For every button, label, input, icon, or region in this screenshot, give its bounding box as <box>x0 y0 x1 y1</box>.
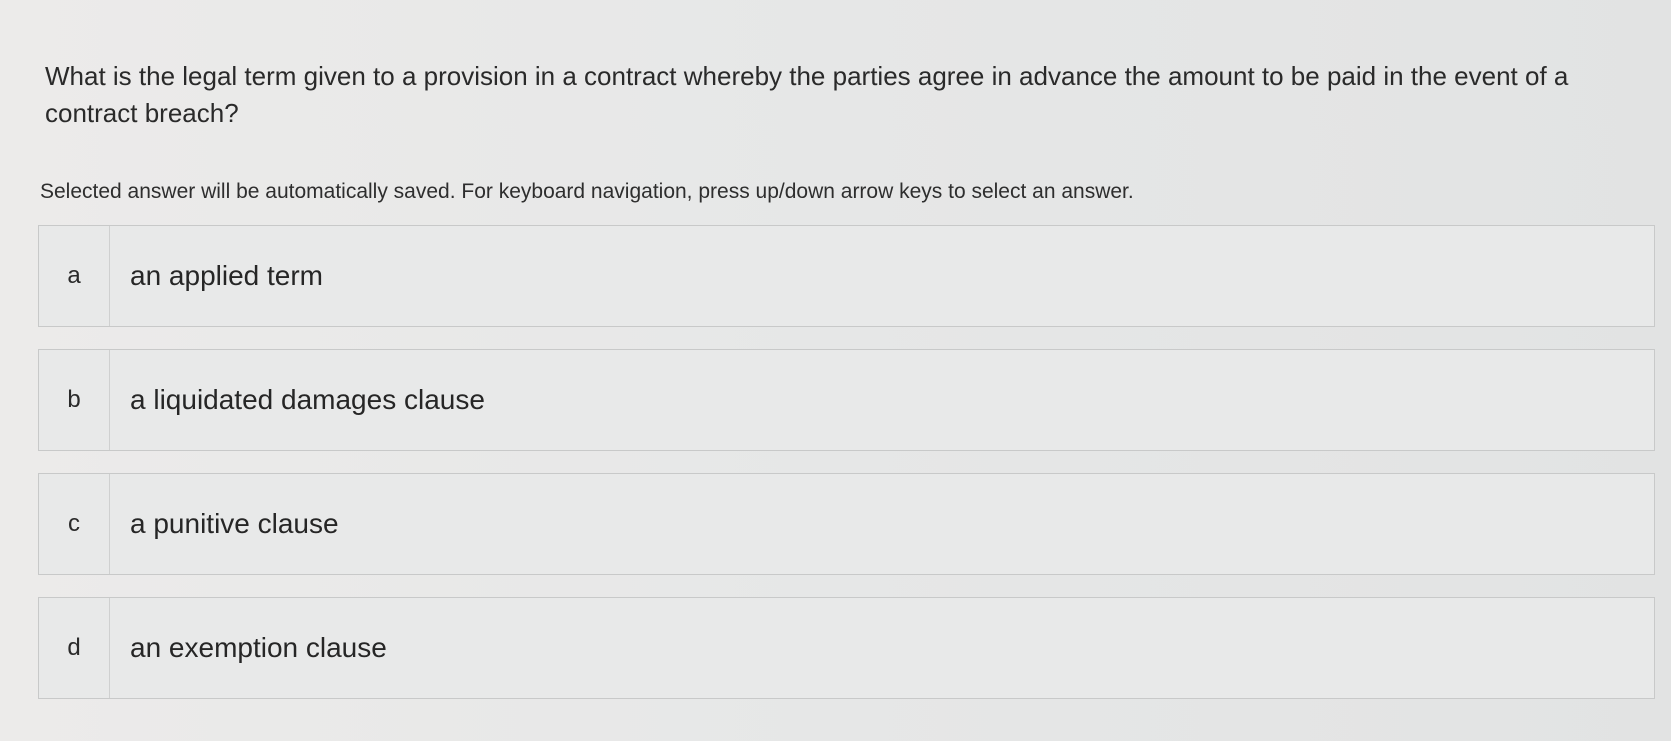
option-letter: c <box>39 474 110 574</box>
option-letter: d <box>39 598 110 698</box>
instructions-text: Selected answer will be automatically sa… <box>40 180 1134 203</box>
answer-options: a an applied term b a liquidated damages… <box>38 225 1655 721</box>
quiz-page: What is the legal term given to a provis… <box>0 0 1671 741</box>
option-letter: a <box>39 226 110 326</box>
option-text: an exemption clause <box>130 632 387 663</box>
option-letter: b <box>39 350 110 450</box>
option-text: a liquidated damages clause <box>130 384 485 415</box>
option-text: an applied term <box>130 260 324 291</box>
option-text: a punitive clause <box>130 508 339 539</box>
answer-option-a[interactable]: a an applied term <box>38 225 1655 327</box>
question-text: What is the legal term given to a provis… <box>45 61 1569 128</box>
answer-option-d[interactable]: d an exemption clause <box>38 597 1655 699</box>
answer-option-b[interactable]: b a liquidated damages clause <box>38 349 1655 451</box>
answer-option-c[interactable]: c a punitive clause <box>38 473 1655 575</box>
